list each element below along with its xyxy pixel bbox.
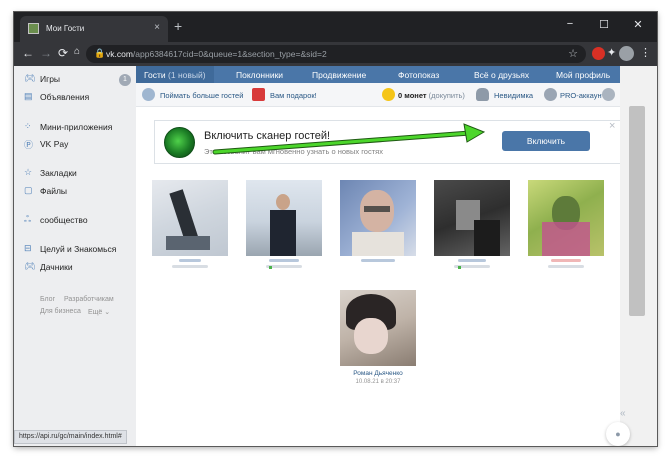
guest-photo[interactable] (246, 180, 322, 256)
status-url: https://api.ru/gc/main/index.html# (14, 430, 127, 444)
favicon-icon (28, 23, 39, 34)
tab-title: Мои Гости (46, 24, 85, 33)
footer-devs-link[interactable]: Разработчикам (64, 296, 114, 303)
coin-icon (382, 88, 395, 101)
footer-blog-link[interactable]: Блог (40, 296, 55, 303)
sidebar-item-dachniki[interactable]: 🎮︎ Дачники (24, 261, 73, 272)
reload-icon[interactable]: ⟳ (58, 46, 68, 60)
home-icon[interactable]: ⌂ (74, 46, 80, 57)
games-badge: 1 (119, 74, 131, 86)
topup-link[interactable]: (докупить) (429, 91, 465, 100)
sidebar-item-community[interactable]: ஃ сообщество (24, 214, 88, 225)
sidebar-item-kiss[interactable]: ⊟ Целуй и Знакомься (24, 243, 116, 254)
address-bar-row: ← → ⟳ ⌂ 🔒 vk.com/app6384617cid=0&queue=1… (14, 42, 657, 66)
sidebar-item-ads[interactable]: ▤ Объявления (24, 91, 89, 102)
tab-promotion[interactable]: Продвижение (312, 70, 366, 80)
guest-photo[interactable] (340, 180, 416, 256)
guest-name[interactable]: Роман Дьяченко (340, 370, 416, 377)
footer-business-link[interactable]: Для бизнеса (40, 308, 81, 315)
community-icon: ஃ (24, 214, 32, 224)
star-icon: ☆ (24, 167, 33, 177)
url-field[interactable]: 🔒 vk.com/app6384617cid=0&queue=1&section… (86, 45, 586, 63)
collapse-chevron-icon[interactable]: « (620, 408, 626, 419)
guest-photo[interactable] (434, 180, 510, 256)
pro-link[interactable]: PRO-аккаунт (560, 91, 605, 100)
extension-icon[interactable] (592, 47, 605, 60)
tab-profile[interactable]: Мой профиль (556, 70, 610, 80)
guest-card[interactable] (434, 180, 510, 270)
url-path: /app6384617cid=0&queue=1&section_type=&s… (132, 49, 327, 59)
scrollbar-thumb[interactable] (629, 106, 645, 316)
guest-card[interactable] (340, 180, 416, 262)
radar-icon (164, 127, 195, 158)
left-sidebar: 🎮︎ Игры 1 ▤ Объявления ⁘ Мини-приложения… (14, 66, 136, 446)
tab-close-icon[interactable]: × (154, 22, 160, 33)
menu-dots-icon[interactable]: ⋮ (640, 46, 651, 59)
ads-icon: ▤ (24, 91, 33, 101)
sidebar-item-miniapps[interactable]: ⁘ Мини-приложения (24, 121, 112, 132)
maximize-button[interactable]: ☐ (590, 18, 618, 31)
close-banner-icon[interactable]: × (609, 120, 615, 132)
back-arrow-icon[interactable]: ← (22, 46, 34, 60)
footer-more-link[interactable]: Ещё ⌄ (88, 308, 110, 316)
tab-photoshow[interactable]: Фотопоказ (398, 70, 439, 80)
scanner-subtitle: Это позволит вам мгновенно узнать о новы… (204, 147, 383, 156)
title-bar: Мои Гости × + − ☐ ✕ (14, 12, 657, 42)
browser-tab[interactable]: Мои Гости × (20, 16, 168, 42)
gamepad-icon: 🎮︎ (24, 73, 36, 83)
pro-icon (544, 88, 557, 101)
guest-photo[interactable] (340, 290, 416, 366)
gamepad-icon: 🎮︎ (24, 261, 36, 271)
guests-app: Гости (1 новый) Поклонники Продвижение Ф… (136, 66, 621, 446)
sidebar-item-vkpay[interactable]: Ⓟ VK Pay (24, 139, 68, 150)
apps-icon: ⁘ (24, 121, 32, 131)
scanner-title: Включить сканер гостей! (204, 130, 331, 142)
tab-guests[interactable]: Гости (1 новый) (136, 66, 214, 83)
app-toolbar: Поймать больше гостей Вам подарок! 0 мон… (136, 83, 620, 107)
app-menu: Гости (1 новый) Поклонники Продвижение Ф… (136, 66, 620, 83)
gift-icon (252, 88, 265, 101)
invisible-hat-icon (476, 88, 489, 101)
sidebar-item-files[interactable]: ▢ Файлы (24, 185, 67, 196)
minimize-button[interactable]: − (556, 18, 584, 30)
lock-icon: 🔒 (94, 48, 106, 58)
forward-arrow-icon[interactable]: → (40, 46, 52, 60)
vkpay-icon: Ⓟ (24, 140, 34, 150)
browser-window: Мои Гости × + − ☐ ✕ ← → ⟳ ⌂ 🔒 vk.com/app… (14, 12, 657, 446)
catch-guests-link[interactable]: Поймать больше гостей (160, 91, 243, 100)
guest-photo[interactable] (152, 180, 228, 256)
bookmark-star-icon[interactable]: ☆ (568, 47, 578, 60)
scanner-banner: Включить сканер гостей! Это позволит вам… (154, 120, 621, 164)
puzzle-icon[interactable]: ✦ (607, 46, 616, 59)
catch-guests-icon (142, 88, 155, 101)
settings-gear-icon[interactable] (602, 88, 615, 101)
new-tab-button[interactable]: + (174, 18, 182, 34)
page-scrollbar[interactable] (620, 66, 657, 446)
guest-photo[interactable] (528, 180, 604, 256)
sidebar-item-games[interactable]: 🎮︎ Игры (24, 73, 60, 84)
guest-card[interactable] (246, 180, 322, 270)
invisible-link[interactable]: Невидимка (494, 91, 533, 100)
tab-about-friends[interactable]: Всё о друзьях (474, 70, 529, 80)
tab-fans[interactable]: Поклонники (236, 70, 283, 80)
close-window-button[interactable]: ✕ (624, 18, 652, 31)
profile-avatar[interactable] (619, 46, 634, 61)
coins-balance: 0 монет (докупить) (398, 91, 465, 100)
enable-scanner-button[interactable]: Включить (502, 131, 590, 151)
guest-card[interactable] (528, 180, 604, 268)
guest-card[interactable]: Роман Дьяченко 10.08.21 в 20:37 (340, 290, 416, 385)
bag-icon: ⊟ (24, 243, 32, 253)
guest-card[interactable] (152, 180, 228, 268)
sidebar-item-bookmarks[interactable]: ☆ Закладки (24, 167, 77, 178)
chat-bubble-icon[interactable]: ● (606, 422, 630, 446)
gift-link[interactable]: Вам подарок! (270, 91, 317, 100)
url-host: vk.com (106, 49, 133, 59)
file-icon: ▢ (24, 185, 33, 195)
guest-visit-date: 10.08.21 в 20:37 (355, 379, 401, 385)
